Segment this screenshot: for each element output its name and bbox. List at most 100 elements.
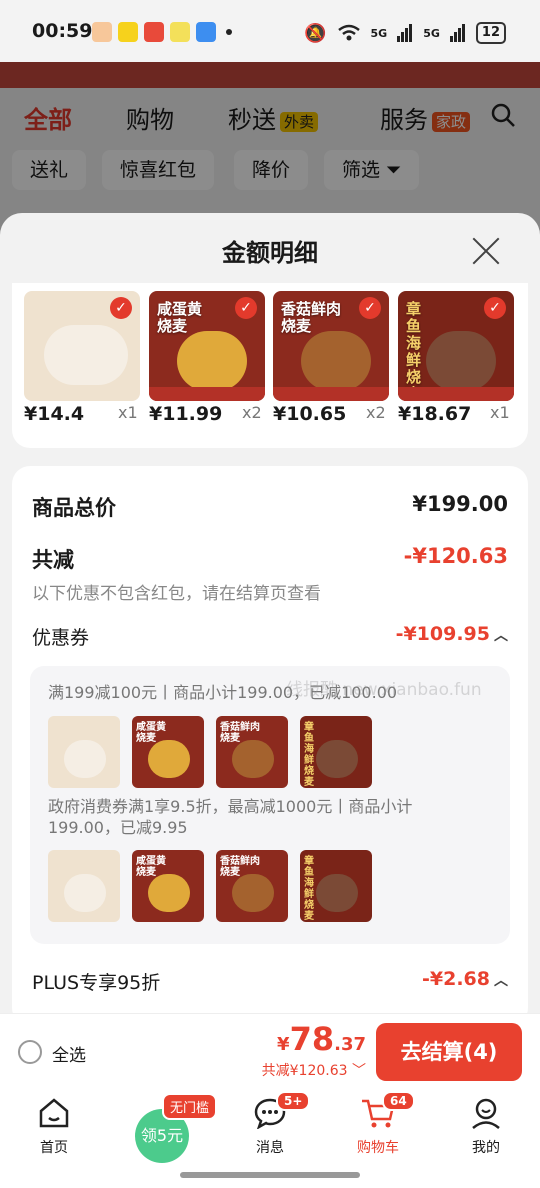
reduce-label: 共减 bbox=[32, 548, 74, 572]
close-icon[interactable] bbox=[472, 237, 500, 265]
tab-label: 我的 bbox=[472, 1140, 500, 1156]
shaomai-image bbox=[177, 331, 247, 391]
chevron-up-icon: ︿ bbox=[494, 628, 508, 644]
watermark: 线报酷 new.xianbao.fun bbox=[286, 680, 482, 700]
product-image[interactable]: 香菇鲜肉 烧麦 ✓ bbox=[273, 291, 389, 401]
coupon-product-thumb bbox=[48, 716, 120, 788]
reduce-value: -¥120.63 bbox=[403, 544, 508, 568]
product-label: 咸蛋黄 烧麦 bbox=[157, 300, 203, 335]
coupon-toggle[interactable]: -¥109.95 ︿ bbox=[396, 623, 508, 645]
status-bar: 00:59 🔕 5G 5G 12 bbox=[0, 0, 540, 62]
product-qty: x2 bbox=[366, 403, 386, 422]
product-price: ¥11.99 bbox=[149, 403, 223, 425]
signal-bars-icon bbox=[449, 24, 465, 42]
notification-icons bbox=[92, 22, 232, 42]
product-price: ¥10.65 bbox=[273, 403, 347, 425]
thumb-food bbox=[316, 874, 358, 912]
coupon-product-thumb: 咸蛋黄 烧麦 bbox=[132, 850, 204, 922]
selected-check-icon: ✓ bbox=[235, 297, 257, 319]
sheet-title: 金额明细 bbox=[222, 239, 318, 267]
more-notifications-icon bbox=[226, 29, 232, 35]
coupon-rule-2: 政府消费券满1享9.5折，最高减1000元丨商品小计 bbox=[48, 797, 413, 816]
promo-strip bbox=[398, 387, 514, 401]
thumb-food bbox=[148, 740, 190, 778]
select-all-checkbox[interactable] bbox=[18, 1040, 42, 1064]
product-label: 香菇鲜肉 烧麦 bbox=[281, 300, 342, 335]
app-notification-icon bbox=[118, 22, 138, 42]
app-notification-icon bbox=[196, 22, 216, 42]
coupon-rule-2-cont: 199.00，已减9.95 bbox=[48, 818, 188, 837]
tab-home[interactable]: 首页 bbox=[14, 1097, 94, 1157]
coupon-product-thumb: 香菇鲜肉 烧麦 bbox=[216, 850, 288, 922]
signal-bars-icon bbox=[397, 24, 413, 42]
chevron-down-icon: ﹀ bbox=[352, 1063, 366, 1079]
wifi-icon bbox=[337, 24, 360, 41]
messages-badge: 5+ bbox=[276, 1091, 311, 1111]
checkout-button[interactable]: 去结算(4) bbox=[376, 1023, 522, 1081]
select-all-label[interactable]: 全选 bbox=[52, 1041, 86, 1066]
selected-check-icon: ✓ bbox=[359, 297, 381, 319]
coupon-product-thumb: 香菇鲜肉 烧麦 bbox=[216, 716, 288, 788]
dumpling-image bbox=[44, 325, 128, 385]
coupon-value: -¥109.95 bbox=[395, 623, 490, 645]
discount-note: 以下优惠不包含红包，请在结算页查看 bbox=[32, 584, 321, 604]
discount-summary[interactable]: 共减¥120.63 ﹀ bbox=[262, 1060, 366, 1080]
product-strip: ✓ ¥14.4 x1 咸蛋黄 烧麦 ✓ ¥11.99 x2 香菇鲜肉 烧麦 ✓ … bbox=[12, 283, 528, 448]
status-time: 00:59 bbox=[32, 20, 93, 42]
promo-strip bbox=[273, 387, 389, 401]
thumb-label: 章鱼海鲜烧麦 bbox=[304, 856, 314, 922]
total-label: 商品总价 bbox=[32, 496, 116, 520]
app-notification-icon bbox=[170, 22, 190, 42]
signal-5g-icon: 5G bbox=[423, 26, 440, 40]
shaomai-image bbox=[426, 331, 496, 391]
product-price: ¥14.4 bbox=[24, 403, 85, 425]
plus-discount-value: -¥2.68 bbox=[422, 968, 490, 990]
tab-label: 首页 bbox=[40, 1140, 68, 1156]
total-price: ¥78.37 bbox=[277, 1020, 366, 1058]
currency-symbol: ¥ bbox=[277, 1034, 290, 1055]
coupon-label: 优惠券 bbox=[32, 627, 90, 649]
cart-badge: 64 bbox=[382, 1091, 415, 1111]
product-qty: x1 bbox=[118, 403, 138, 422]
thumb-food bbox=[64, 740, 106, 778]
product-image[interactable]: 章鱼海鲜烧麦 ✓ bbox=[398, 291, 514, 401]
amount-detail-card: 商品总价 ¥199.00 共减 -¥120.63 以下优惠不包含红包，请在结算页… bbox=[12, 466, 528, 1026]
profile-icon bbox=[472, 1098, 500, 1129]
mute-icon: 🔕 bbox=[304, 22, 327, 44]
discount-text: 共减¥120.63 bbox=[261, 1063, 348, 1079]
home-icon bbox=[39, 1098, 69, 1128]
plus-discount-label: PLUS专享95折 bbox=[32, 972, 161, 994]
battery-icon: 12 bbox=[475, 22, 506, 44]
total-value: ¥199.00 bbox=[412, 492, 508, 516]
product-qty: x2 bbox=[242, 403, 262, 422]
coupon-details: 满199减100元丨商品小计199.00，已减100.00 咸蛋黄 烧麦 香菇鲜… bbox=[30, 666, 510, 944]
coupon-product-thumb bbox=[48, 850, 120, 922]
app-notification-icon bbox=[144, 22, 164, 42]
home-indicator[interactable] bbox=[180, 1172, 360, 1178]
product-price: ¥18.67 bbox=[398, 403, 472, 425]
thumb-food bbox=[316, 740, 358, 778]
tab-label: 购物车 bbox=[357, 1140, 399, 1156]
coupon-product-thumb: 章鱼海鲜烧麦 bbox=[300, 850, 372, 922]
system-icons: 🔕 5G 5G 12 bbox=[304, 22, 506, 44]
promo-strip bbox=[149, 387, 265, 401]
thumb-food bbox=[232, 740, 274, 778]
coupon-product-thumb: 章鱼海鲜烧麦 bbox=[300, 716, 372, 788]
thumb-food bbox=[232, 874, 274, 912]
product-label: 章鱼海鲜烧麦 bbox=[406, 300, 422, 402]
no-threshold-badge: 无门槛 bbox=[162, 1093, 218, 1120]
checkout-bar: 全选 ¥78.37 共减¥120.63 ﹀ 去结算(4) bbox=[0, 1013, 540, 1089]
selected-check-icon: ✓ bbox=[484, 297, 506, 319]
price-decimal: .37 bbox=[334, 1034, 366, 1055]
product-qty: x1 bbox=[490, 403, 510, 422]
product-image[interactable]: 咸蛋黄 烧麦 ✓ bbox=[149, 291, 265, 401]
plus-discount-toggle[interactable]: -¥2.68 ︿ bbox=[422, 968, 508, 990]
thumb-food bbox=[148, 874, 190, 912]
product-image[interactable]: ✓ bbox=[24, 291, 140, 401]
tab-profile[interactable]: 我的 bbox=[446, 1097, 526, 1157]
thumb-food bbox=[64, 874, 106, 912]
shaomai-image bbox=[301, 331, 371, 391]
chevron-up-icon: ︿ bbox=[494, 973, 508, 989]
thumb-label: 章鱼海鲜烧麦 bbox=[304, 722, 314, 788]
signal-5g-icon: 5G bbox=[370, 26, 388, 40]
